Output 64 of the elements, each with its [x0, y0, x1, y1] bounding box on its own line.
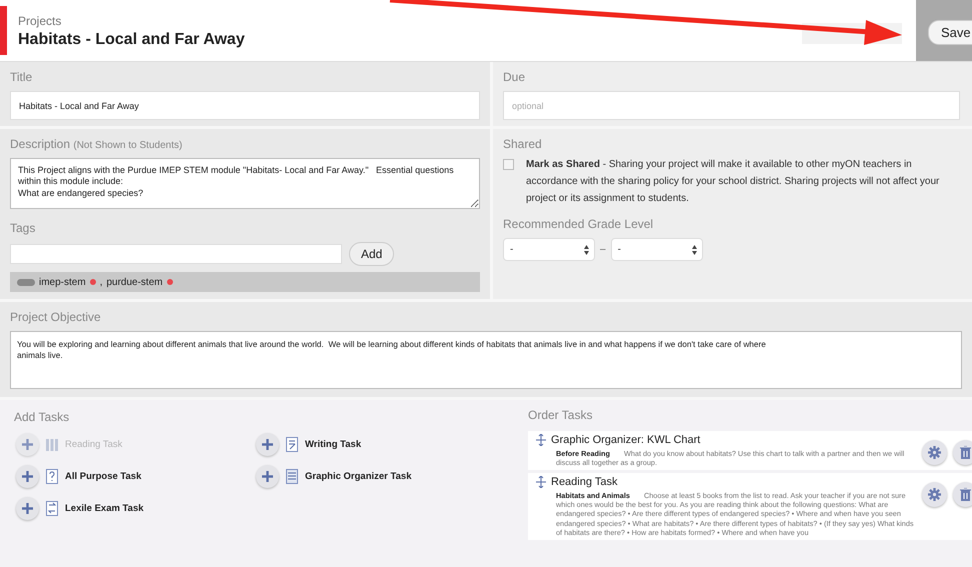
objective-field[interactable]: You will be exploring and learning about different animals that live around the world. We will be learning about different kinds of habitats that animals live in and what happens if we don't take care of where animals live. [10, 331, 962, 389]
grade-select[interactable]: - [503, 238, 595, 261]
add-task-button[interactable] [256, 433, 279, 456]
project-title: Habitats - Local and Far Away [18, 31, 246, 49]
breadcrumb[interactable]: Projects [18, 14, 802, 28]
task-type-label: Graphic Organizer Task [305, 471, 412, 482]
field-label: Due [503, 70, 526, 84]
plus-icon [262, 471, 273, 482]
plus-icon [22, 471, 33, 482]
field-label: Recommended Grade Level [503, 217, 654, 231]
add-button[interactable]: Add [349, 242, 394, 266]
drag-handle-icon[interactable] [536, 434, 546, 446]
section-label: Add Tasks [14, 410, 70, 424]
range-dash: – [600, 244, 606, 255]
share-description: Mark as Shared - Sharing your project will make it available to other myON teachers in accordance with the sharing policy for your school district. Sharing projects will not affect your project or its assignment to students. [526, 158, 940, 206]
accent-bar [0, 6, 7, 55]
add-task-button[interactable] [16, 433, 39, 456]
checkbox[interactable] [503, 159, 514, 170]
settings-button[interactable] [922, 440, 947, 465]
lined-document-icon [286, 469, 298, 484]
section-label: Order Tasks [528, 408, 594, 422]
add-task-button[interactable] [256, 465, 279, 488]
title-field[interactable]: Habitats - Local and Far Away [10, 91, 480, 120]
task-type-label: All Purpose Task [65, 471, 142, 482]
task-type-label: Reading Task [65, 439, 122, 450]
settings-icon [928, 488, 941, 502]
arrows-document-icon [46, 501, 58, 516]
settings-icon [928, 446, 941, 459]
trash-icon [960, 488, 971, 502]
trash-icon [960, 446, 971, 459]
add-task-button[interactable] [16, 465, 39, 488]
delete-button[interactable] [953, 482, 972, 508]
field-label: Shared [503, 137, 543, 151]
task-title: Reading Task [551, 476, 618, 488]
description-field[interactable]: This Project aligns with the Purdue IMEP STEM module "Habitats- Local and Far Away." Essential questions within this module include: What are endangered species? [10, 158, 480, 209]
task-type-label: Lexile Exam Task [65, 503, 144, 514]
document-pencil-icon [286, 437, 298, 452]
tag-field[interactable] [10, 244, 342, 264]
separator-text: , [100, 276, 102, 288]
task-type-label: Writing Task [305, 439, 362, 450]
field-label: Tags [10, 221, 36, 235]
field-label: Title [10, 70, 34, 84]
delete-button[interactable] [953, 440, 972, 465]
field-label: Project Objective [10, 310, 102, 324]
tag: imep-stem [39, 276, 86, 288]
grade-select[interactable]: - [610, 238, 703, 261]
stepper-icon [692, 244, 697, 254]
toggle-icon[interactable] [17, 278, 35, 286]
task-title: Graphic Organizer: KWL Chart [551, 434, 700, 446]
settings-button[interactable] [922, 482, 947, 508]
question-document-icon [46, 469, 58, 484]
stepper-icon [584, 244, 589, 254]
plus-icon [22, 439, 33, 450]
add-task-button[interactable] [16, 497, 39, 520]
plus-icon [262, 439, 273, 450]
field-label: Description (Not Shown to Students) [10, 137, 184, 151]
due-date-field[interactable]: optional [503, 91, 960, 120]
plus-icon [22, 503, 33, 514]
save-button[interactable]: Save [928, 20, 972, 45]
remove-icon[interactable] [166, 279, 173, 285]
drag-handle-icon[interactable] [536, 476, 546, 488]
tag: purdue-stem [106, 276, 163, 288]
columns-icon [46, 438, 58, 452]
remove-icon[interactable] [90, 279, 96, 285]
